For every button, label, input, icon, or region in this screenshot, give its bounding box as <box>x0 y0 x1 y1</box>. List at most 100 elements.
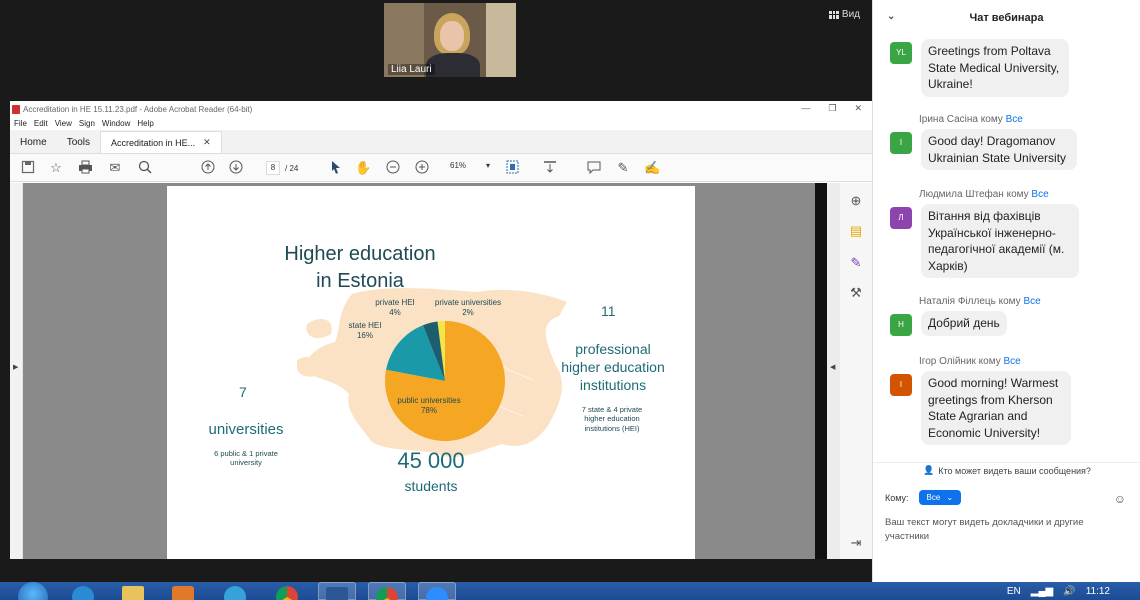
page-number-input[interactable]: 8 <box>266 161 280 175</box>
sender-name: Наталія Філлець кому <box>919 296 1021 307</box>
chevron-down-icon[interactable]: ⌄ <box>887 11 895 22</box>
speaker-face <box>440 21 464 51</box>
taskbar-telegram[interactable] <box>216 582 254 600</box>
message-line: педагогічної академії (м. <box>928 242 1065 256</box>
acrobat-titlebar: Accreditation in HE 15.11.23.pdf - Adobe… <box>10 101 872 117</box>
message-line: Вітання від фахівців <box>928 209 1041 223</box>
menu-window[interactable]: Window <box>102 119 130 128</box>
state-hei-name: state HEI <box>348 321 382 330</box>
email-icon[interactable]: ✉ <box>107 160 123 176</box>
message-bubble: Greetings from Poltava State Medical Uni… <box>921 39 1069 97</box>
save-icon[interactable] <box>20 160 36 176</box>
taskbar-chrome[interactable] <box>268 582 306 600</box>
private-hei-name: private HEI <box>375 298 415 307</box>
maximize-icon[interactable]: ❐ <box>828 103 836 114</box>
sender-name: Ігор Олійник кому <box>919 356 1001 367</box>
chat-input[interactable]: Ваш текст могут видеть докладчики и друг… <box>885 516 1125 544</box>
menu-edit[interactable]: Edit <box>34 119 48 128</box>
scroll-mode-icon[interactable] <box>542 160 558 176</box>
message-line: greetings from Kherson <box>928 392 1053 407</box>
message-bubble: Good day! Dragomanov Ukrainian State Uni… <box>921 129 1077 170</box>
menu-sign[interactable]: Sign <box>79 119 95 128</box>
message-sender: Наталія Філлець кому Все <box>919 296 1041 307</box>
taskbar-ie[interactable] <box>64 582 102 600</box>
network-icon[interactable]: ▂▄▆ <box>1031 586 1053 597</box>
system-tray: EN ▂▄▆ 🔊 11:12 <box>1007 582 1140 600</box>
taskbar-media[interactable] <box>164 582 202 600</box>
chat-messages[interactable]: YL Greetings from Poltava State Medical … <box>873 36 1140 460</box>
volume-icon[interactable]: 🔊 <box>1063 586 1075 597</box>
video-area: Liia Lauri Вид <box>10 0 872 104</box>
chat-title: Чат вебинара <box>969 12 1044 24</box>
message-line: Greetings from Poltava <box>928 44 1051 58</box>
highlight-pen-icon[interactable]: ✎ <box>615 160 631 176</box>
professional-count: 11 <box>601 303 616 319</box>
taskbar-word[interactable] <box>318 582 356 600</box>
universities-detail: 6 public & 1 private university <box>191 449 301 468</box>
more-tools-icon[interactable]: ⚒ <box>848 285 864 301</box>
professional-detail: 7 state & 4 private higher education ins… <box>557 405 667 433</box>
language-indicator[interactable]: EN <box>1007 586 1021 597</box>
expand-panel-icon[interactable]: ⇥ <box>848 535 864 551</box>
folder-icon <box>122 586 144 600</box>
public-univ-label: public universities 78% <box>389 396 469 415</box>
enhance-scan-icon[interactable]: ⊕ <box>848 193 864 209</box>
tab-document-label: Accreditation in HE... <box>111 137 196 148</box>
close-tab-icon[interactable]: ✕ <box>203 137 211 148</box>
comment-icon[interactable] <box>586 160 602 176</box>
fit-page-icon[interactable] <box>506 160 522 176</box>
universities-detail-line2: university <box>230 458 262 468</box>
select-cursor-icon[interactable] <box>328 160 344 176</box>
right-panel-toggle[interactable]: ◀ <box>827 183 840 559</box>
message-sender: Ігор Олійник кому Все <box>919 356 1021 367</box>
who-can-see-link[interactable]: 👤 Кто может видеть ваши сообщения? <box>873 462 1140 478</box>
fill-sign-icon[interactable]: ✎ <box>848 255 864 271</box>
zoom-in-icon[interactable] <box>414 160 430 176</box>
screen: Liia Lauri Вид Accreditation in HE 15.11… <box>0 0 1140 600</box>
word-icon <box>326 587 348 600</box>
gallery-grid-icon <box>828 10 839 19</box>
slide-title-line1: Higher education <box>284 243 436 265</box>
minimize-icon[interactable]: — <box>801 103 810 114</box>
page-viewport[interactable]: Higher education in Estonia private HEI … <box>23 183 815 559</box>
menu-view[interactable]: View <box>55 119 72 128</box>
page-up-icon[interactable] <box>200 160 216 176</box>
left-panel-toggle[interactable]: ▶ <box>10 183 22 559</box>
emoji-icon[interactable]: ☺ <box>1114 492 1126 506</box>
page-down-icon[interactable] <box>228 160 244 176</box>
public-univ-pct: 78% <box>420 405 437 415</box>
start-button[interactable] <box>18 582 48 600</box>
avatar: YL <box>890 42 912 64</box>
view-button[interactable]: Вид <box>828 9 860 20</box>
taskbar-chrome-2[interactable] <box>368 582 406 600</box>
universities-detail-line1: 6 public & 1 private <box>214 449 278 458</box>
comment-tool-icon[interactable]: ▤ <box>848 223 864 239</box>
menu-help[interactable]: Help <box>137 119 153 128</box>
tab-home[interactable]: Home <box>10 131 57 153</box>
taskbar-explorer[interactable] <box>114 582 152 600</box>
message-line: State Medical University, <box>928 60 1060 75</box>
speaker-video-tile[interactable]: Liia Lauri <box>384 3 516 77</box>
private-hei-label: private HEI 4% <box>365 298 425 317</box>
message-line: Economic University! <box>928 425 1041 440</box>
recipient-dropdown[interactable]: Все ⌄ <box>918 490 962 505</box>
zoom-search-icon[interactable] <box>137 160 153 176</box>
clock[interactable]: 11:12 <box>1086 586 1110 597</box>
tab-document[interactable]: Accreditation in HE... ✕ <box>100 131 222 153</box>
professional-detail-line2: higher education <box>584 414 640 424</box>
print-icon[interactable] <box>77 160 93 176</box>
bookmark-star-icon[interactable]: ☆ <box>48 160 64 176</box>
zoom-dropdown[interactable]: 61% ▾ <box>450 161 490 170</box>
sign-icon[interactable]: ✍ <box>644 160 660 176</box>
menu-file[interactable]: File <box>14 119 27 128</box>
speaker-name: Liia Lauri <box>388 64 435 75</box>
recipient-value: Все <box>926 493 941 502</box>
hand-tool-icon[interactable]: ✋ <box>355 160 371 176</box>
zoom-out-icon[interactable] <box>385 160 401 176</box>
taskbar-zoom[interactable] <box>418 582 456 600</box>
page-gutter <box>815 183 827 559</box>
recipient-row: Кому: Все ⌄ <box>885 490 962 505</box>
close-icon[interactable]: ✕ <box>854 103 862 114</box>
page-total: / 24 <box>285 163 299 173</box>
tab-tools[interactable]: Tools <box>57 131 100 153</box>
